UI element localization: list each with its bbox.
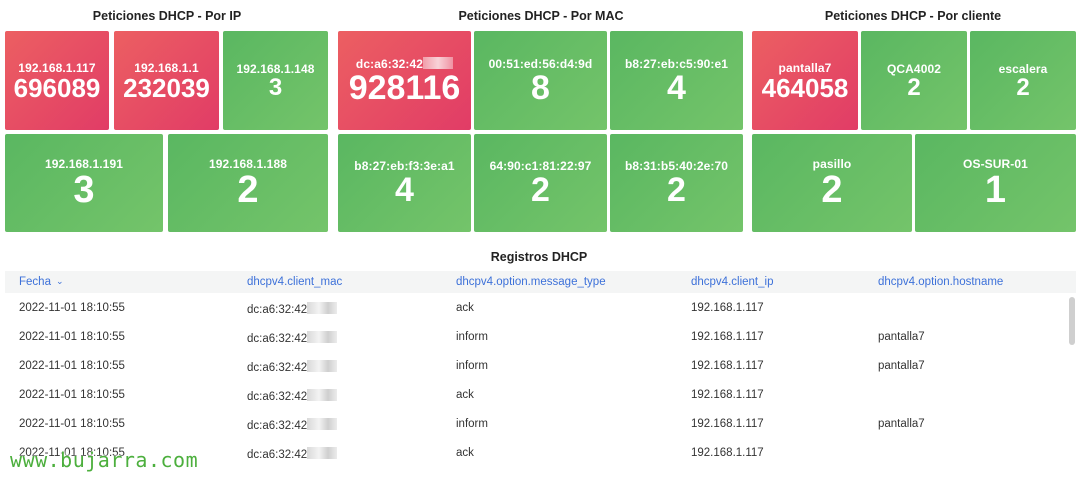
cell-fecha: 2022-11-01 18:10:55 bbox=[19, 360, 125, 372]
column-header-client-ip[interactable]: dhcpv4.client_ip bbox=[691, 276, 773, 288]
column-header-hostname[interactable]: dhcpv4.option.hostname bbox=[878, 276, 1003, 288]
table-row[interactable]: 2022-11-01 18:10:55 dc:a6:32:42 ack 192.… bbox=[5, 294, 1065, 323]
column-header-fecha[interactable]: Fecha ⌄ bbox=[19, 276, 64, 288]
cell-fecha: 2022-11-01 18:10:55 bbox=[19, 331, 125, 343]
stat-tile[interactable]: 192.168.1.1 232039 bbox=[114, 31, 219, 130]
stat-tile[interactable]: OS-SUR-01 1 bbox=[915, 134, 1076, 232]
stat-tile[interactable]: b8:31:b5:40:2e:70 2 bbox=[610, 134, 743, 232]
stat-value: 2 bbox=[1016, 73, 1030, 101]
panel-title[interactable]: Peticiones DHCP - Por cliente bbox=[748, 0, 1078, 30]
stat-value: 4 bbox=[395, 171, 414, 209]
redacted-block bbox=[307, 331, 338, 343]
stat-value: 1 bbox=[984, 169, 1007, 211]
stat-tile[interactable]: pasillo 2 bbox=[752, 134, 912, 232]
logs-table-header: Fecha ⌄ dhcpv4.client_mac dhcpv4.option.m… bbox=[5, 271, 1076, 293]
redacted-block bbox=[307, 389, 338, 401]
table-row[interactable]: 2022-11-01 18:10:55 dc:a6:32:42 inform 1… bbox=[5, 410, 1065, 439]
redacted-block bbox=[423, 56, 454, 69]
stat-value: 928116 bbox=[348, 68, 461, 107]
stat-tile[interactable]: 192.168.1.188 2 bbox=[168, 134, 328, 232]
cell-fecha: 2022-11-01 18:10:55 bbox=[19, 302, 125, 314]
cell-client-mac: dc:a6:32:42 bbox=[247, 389, 338, 403]
stat-value: 696089 bbox=[13, 72, 101, 103]
cell-message-type: inform bbox=[456, 331, 488, 343]
cell-client-ip: 192.168.1.117 bbox=[691, 389, 764, 401]
cell-client-mac: dc:a6:32:42 bbox=[247, 418, 338, 432]
cell-client-mac: dc:a6:32:42 bbox=[247, 447, 338, 461]
stat-tile[interactable]: 00:51:ed:56:d4:9d 8 bbox=[474, 31, 607, 130]
redacted-block bbox=[307, 360, 338, 372]
panel-by-mac: Peticiones DHCP - Por MAC dc:a6:32:42 92… bbox=[334, 0, 748, 236]
stat-tile[interactable]: b8:27:eb:f3:3e:a1 4 bbox=[338, 134, 471, 232]
watermark: www.bujarra.com bbox=[10, 448, 199, 472]
stat-value: 2 bbox=[531, 171, 550, 209]
cell-client-mac: dc:a6:32:42 bbox=[247, 360, 338, 374]
column-header-message-type[interactable]: dhcpv4.option.message_type bbox=[456, 276, 606, 288]
stat-value: 464058 bbox=[761, 72, 849, 103]
stat-value: 3 bbox=[268, 73, 283, 101]
redacted-block bbox=[307, 447, 338, 459]
column-header-client-mac[interactable]: dhcpv4.client_mac bbox=[247, 276, 342, 288]
chevron-down-icon: ⌄ bbox=[55, 276, 64, 286]
stat-tile[interactable]: pantalla7 464058 bbox=[752, 31, 858, 130]
table-row[interactable]: 2022-11-01 18:10:55 dc:a6:32:42 ack 192.… bbox=[5, 381, 1065, 410]
stat-tile[interactable]: 192.168.1.148 3 bbox=[223, 31, 328, 130]
cell-message-type: ack bbox=[456, 302, 474, 314]
stat-tile[interactable]: 64:90:c1:81:22:97 2 bbox=[474, 134, 607, 232]
redacted-block bbox=[307, 302, 338, 314]
cell-message-type: ack bbox=[456, 389, 474, 401]
cell-fecha: 2022-11-01 18:10:55 bbox=[19, 418, 125, 430]
cell-hostname: pantalla7 bbox=[878, 360, 925, 372]
cell-client-ip: 192.168.1.117 bbox=[691, 302, 764, 314]
cell-client-mac: dc:a6:32:42 bbox=[247, 302, 338, 316]
cell-client-ip: 192.168.1.117 bbox=[691, 418, 764, 430]
cell-client-mac: dc:a6:32:42 bbox=[247, 331, 338, 345]
cell-client-ip: 192.168.1.117 bbox=[691, 331, 764, 343]
cell-message-type: inform bbox=[456, 360, 488, 372]
panel-by-client: Peticiones DHCP - Por cliente pantalla7 … bbox=[748, 0, 1078, 236]
table-row[interactable]: 2022-11-01 18:10:55 dc:a6:32:42 inform 1… bbox=[5, 352, 1065, 381]
cell-hostname: pantalla7 bbox=[878, 418, 925, 430]
table-row[interactable]: 2022-11-01 18:10:55 dc:a6:32:42 inform 1… bbox=[5, 323, 1065, 352]
panel-title[interactable]: Peticiones DHCP - Por IP bbox=[0, 0, 334, 30]
cell-message-type: inform bbox=[456, 418, 488, 430]
cell-fecha: 2022-11-01 18:10:55 bbox=[19, 389, 125, 401]
logs-panel-title[interactable]: Registros DHCP bbox=[0, 244, 1078, 270]
stat-tile[interactable]: 192.168.1.117 696089 bbox=[5, 31, 109, 130]
redacted-block bbox=[307, 418, 338, 430]
panel-by-ip: Peticiones DHCP - Por IP 192.168.1.117 6… bbox=[0, 0, 334, 236]
stat-tile[interactable]: escalera 2 bbox=[970, 31, 1076, 130]
table-scrollbar[interactable] bbox=[1069, 297, 1075, 345]
cell-message-type: ack bbox=[456, 447, 474, 459]
stat-value: 2 bbox=[237, 169, 259, 211]
stat-value: 3 bbox=[73, 169, 95, 211]
stat-tile[interactable]: QCA4002 2 bbox=[861, 31, 967, 130]
stat-tile[interactable]: dc:a6:32:42 928116 bbox=[338, 31, 471, 130]
cell-client-ip: 192.168.1.117 bbox=[691, 447, 764, 459]
stat-tile[interactable]: b8:27:eb:c5:90:e1 4 bbox=[610, 31, 743, 130]
panel-title[interactable]: Peticiones DHCP - Por MAC bbox=[334, 0, 748, 30]
stat-value: 4 bbox=[667, 68, 686, 107]
stat-value: 8 bbox=[531, 68, 550, 107]
stat-value: 2 bbox=[667, 171, 686, 209]
stat-value: 2 bbox=[821, 169, 843, 211]
cell-hostname: pantalla7 bbox=[878, 331, 925, 343]
cell-client-ip: 192.168.1.117 bbox=[691, 360, 764, 372]
stat-value: 232039 bbox=[123, 72, 210, 103]
stat-value: 2 bbox=[907, 73, 921, 101]
stat-tile[interactable]: 192.168.1.191 3 bbox=[5, 134, 163, 232]
